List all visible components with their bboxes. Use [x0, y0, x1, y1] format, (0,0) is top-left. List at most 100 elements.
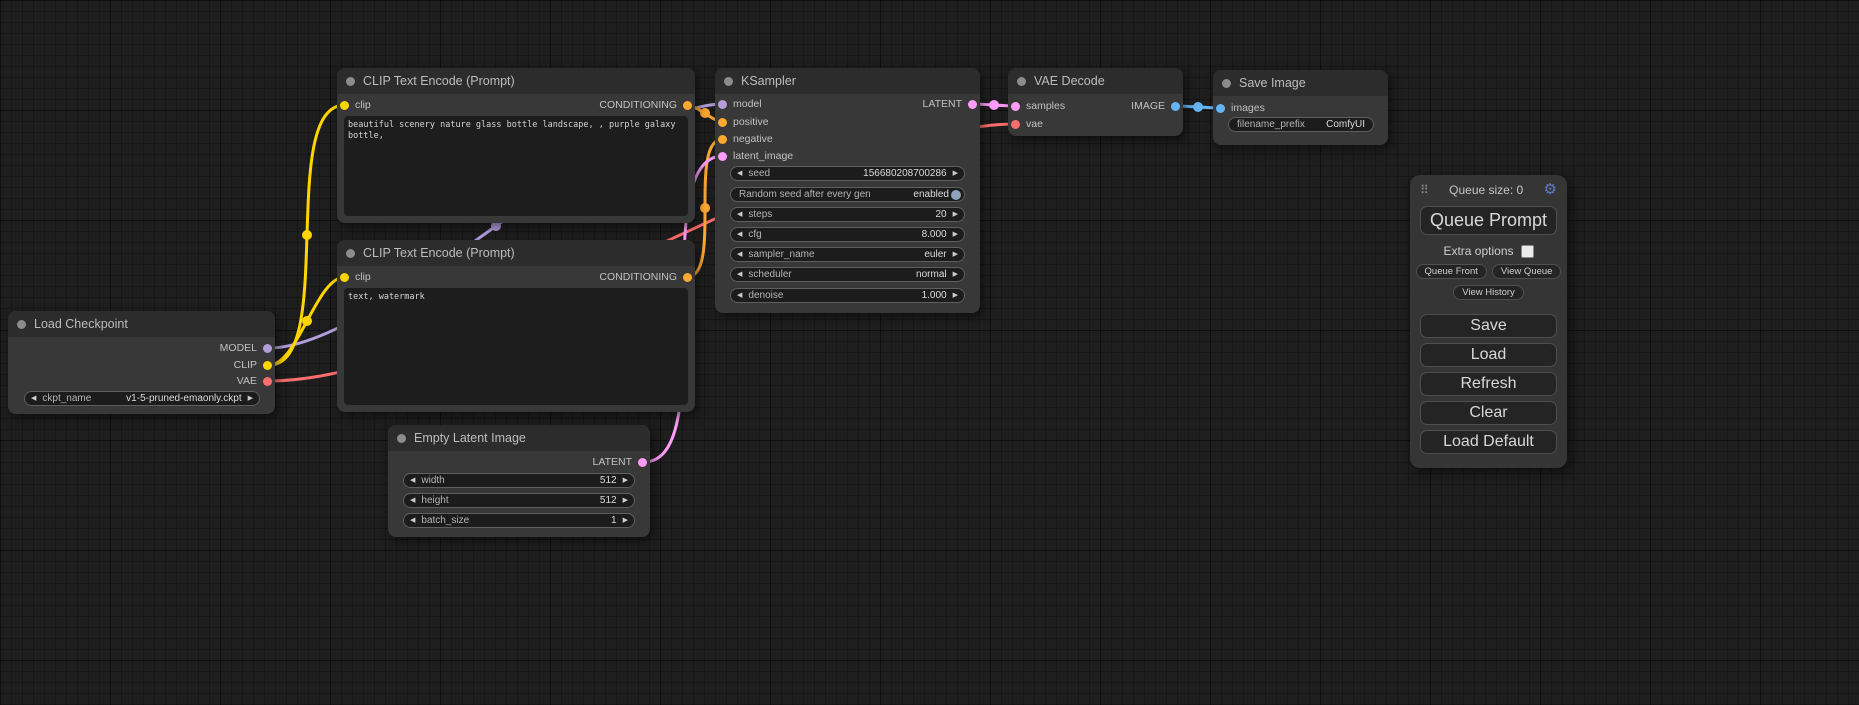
settings-gear-icon[interactable]: ⚙ [1544, 182, 1557, 197]
output-slot-conditioning[interactable]: CONDITIONING [599, 98, 692, 112]
input-slot-clip[interactable]: clip [340, 98, 371, 112]
increment-arrow-icon[interactable]: ▶ [953, 251, 958, 258]
decrement-arrow-icon[interactable]: ◀ [410, 517, 415, 524]
decrement-arrow-icon[interactable]: ◀ [31, 395, 36, 402]
node-ksampler[interactable]: KSampler model positive negative latent_… [715, 68, 980, 313]
input-dot-clip[interactable] [340, 101, 349, 110]
collapse-dot-icon[interactable] [397, 434, 406, 443]
node-title-bar[interactable]: Save Image [1213, 70, 1388, 96]
input-dot-vae[interactable] [1011, 120, 1020, 129]
queue-front-button[interactable]: Queue Front [1416, 264, 1487, 279]
decrement-arrow-icon[interactable]: ◀ [410, 497, 415, 504]
increment-arrow-icon[interactable]: ▶ [953, 231, 958, 238]
increment-arrow-icon[interactable]: ▶ [248, 395, 253, 402]
widget-filename-prefix[interactable]: filename_prefix ComfyUI [1228, 117, 1374, 132]
collapse-dot-icon[interactable] [1222, 79, 1231, 88]
output-dot-conditioning[interactable] [683, 101, 692, 110]
output-slot-model[interactable]: MODEL [220, 341, 272, 355]
widget-random-seed-toggle[interactable]: Random seed after every gen enabled [730, 187, 965, 202]
decrement-arrow-icon[interactable]: ◀ [737, 271, 742, 278]
decrement-arrow-icon[interactable]: ◀ [737, 211, 742, 218]
input-dot-latent-image[interactable] [718, 152, 727, 161]
increment-arrow-icon[interactable]: ▶ [623, 497, 628, 504]
clear-button[interactable]: Clear [1420, 401, 1557, 425]
input-slot-latent-image[interactable]: latent_image [718, 149, 793, 163]
decrement-arrow-icon[interactable]: ◀ [737, 231, 742, 238]
decrement-arrow-icon[interactable]: ◀ [737, 170, 742, 177]
increment-arrow-icon[interactable]: ▶ [953, 170, 958, 177]
node-vae-decode[interactable]: VAE Decode samples vae IMAGE [1008, 68, 1183, 136]
view-queue-button[interactable]: View Queue [1492, 264, 1562, 279]
decrement-arrow-icon[interactable]: ◀ [410, 477, 415, 484]
toggle-dot-icon[interactable] [951, 190, 961, 200]
widget-seed[interactable]: ◀ seed 156680208700286 ▶ [730, 166, 965, 181]
output-dot-vae[interactable] [263, 377, 272, 386]
node-title-bar[interactable]: KSampler [715, 68, 980, 94]
input-slot-vae[interactable]: vae [1011, 117, 1043, 131]
input-dot-clip[interactable] [340, 273, 349, 282]
input-dot-positive[interactable] [718, 118, 727, 127]
collapse-dot-icon[interactable] [346, 77, 355, 86]
input-dot-images[interactable] [1216, 104, 1225, 113]
increment-arrow-icon[interactable]: ▶ [623, 477, 628, 484]
output-dot-image[interactable] [1171, 102, 1180, 111]
widget-height[interactable]: ◀ height 512 ▶ [403, 493, 635, 508]
refresh-button[interactable]: Refresh [1420, 372, 1557, 396]
output-dot-model[interactable] [263, 344, 272, 353]
drag-handle-icon[interactable]: ⠿ [1420, 183, 1429, 197]
output-dot-clip[interactable] [263, 361, 272, 370]
node-clip-text-encode-negative[interactable]: CLIP Text Encode (Prompt) clip CONDITION… [337, 240, 695, 412]
node-load-checkpoint[interactable]: Load Checkpoint MODEL CLIP VAE ◀ ckpt_na… [8, 311, 275, 414]
input-slot-negative[interactable]: negative [718, 132, 773, 146]
input-slot-samples[interactable]: samples [1011, 99, 1065, 113]
widget-steps[interactable]: ◀ steps 20 ▶ [730, 207, 965, 222]
prompt-textarea[interactable]: text, watermark [344, 288, 688, 405]
output-dot-conditioning[interactable] [683, 273, 692, 282]
output-slot-latent[interactable]: LATENT [923, 97, 977, 111]
node-clip-text-encode-positive[interactable]: CLIP Text Encode (Prompt) clip CONDITION… [337, 68, 695, 223]
increment-arrow-icon[interactable]: ▶ [623, 517, 628, 524]
load-default-button[interactable]: Load Default [1420, 430, 1557, 454]
collapse-dot-icon[interactable] [1017, 77, 1026, 86]
input-slot-images[interactable]: images [1216, 101, 1265, 115]
input-dot-negative[interactable] [718, 135, 727, 144]
decrement-arrow-icon[interactable]: ◀ [737, 292, 742, 299]
collapse-dot-icon[interactable] [17, 320, 26, 329]
increment-arrow-icon[interactable]: ▶ [953, 292, 958, 299]
widget-batch-size[interactable]: ◀ batch_size 1 ▶ [403, 513, 635, 528]
decrement-arrow-icon[interactable]: ◀ [737, 251, 742, 258]
node-title-bar[interactable]: VAE Decode [1008, 68, 1183, 94]
output-slot-image[interactable]: IMAGE [1131, 99, 1180, 113]
save-button[interactable]: Save [1420, 314, 1557, 338]
view-history-button[interactable]: View History [1453, 285, 1524, 300]
widget-scheduler[interactable]: ◀ scheduler normal ▶ [730, 267, 965, 282]
node-graph-canvas[interactable]: Load Checkpoint MODEL CLIP VAE ◀ ckpt_na… [0, 0, 1859, 705]
prompt-textarea[interactable]: beautiful scenery nature glass bottle la… [344, 116, 688, 216]
output-dot-latent[interactable] [968, 100, 977, 109]
input-slot-clip[interactable]: clip [340, 270, 371, 284]
extra-options-checkbox[interactable] [1521, 245, 1534, 258]
widget-cfg[interactable]: ◀ cfg 8.000 ▶ [730, 227, 965, 242]
node-title-bar[interactable]: Empty Latent Image [388, 425, 650, 451]
widget-denoise[interactable]: ◀ denoise 1.000 ▶ [730, 288, 965, 303]
queue-prompt-button[interactable]: Queue Prompt [1420, 206, 1557, 235]
output-dot-latent[interactable] [638, 458, 647, 467]
input-dot-samples[interactable] [1011, 102, 1020, 111]
input-slot-model[interactable]: model [718, 97, 762, 111]
node-title-bar[interactable]: Load Checkpoint [8, 311, 275, 337]
node-title-bar[interactable]: CLIP Text Encode (Prompt) [337, 68, 695, 94]
input-slot-positive[interactable]: positive [718, 115, 769, 129]
output-slot-conditioning[interactable]: CONDITIONING [599, 270, 692, 284]
increment-arrow-icon[interactable]: ▶ [953, 211, 958, 218]
node-save-image[interactable]: Save Image images filename_prefix ComfyU… [1213, 70, 1388, 145]
widget-sampler-name[interactable]: ◀ sampler_name euler ▶ [730, 247, 965, 262]
node-title-bar[interactable]: CLIP Text Encode (Prompt) [337, 240, 695, 266]
increment-arrow-icon[interactable]: ▶ [953, 271, 958, 278]
node-empty-latent-image[interactable]: Empty Latent Image LATENT ◀ width 512 ▶ … [388, 425, 650, 537]
output-slot-vae[interactable]: VAE [237, 374, 272, 388]
collapse-dot-icon[interactable] [724, 77, 733, 86]
output-slot-latent[interactable]: LATENT [593, 455, 647, 469]
widget-ckpt-name[interactable]: ◀ ckpt_name v1-5-pruned-emaonly.ckpt ▶ [24, 391, 260, 406]
output-slot-clip[interactable]: CLIP [234, 358, 272, 372]
collapse-dot-icon[interactable] [346, 249, 355, 258]
